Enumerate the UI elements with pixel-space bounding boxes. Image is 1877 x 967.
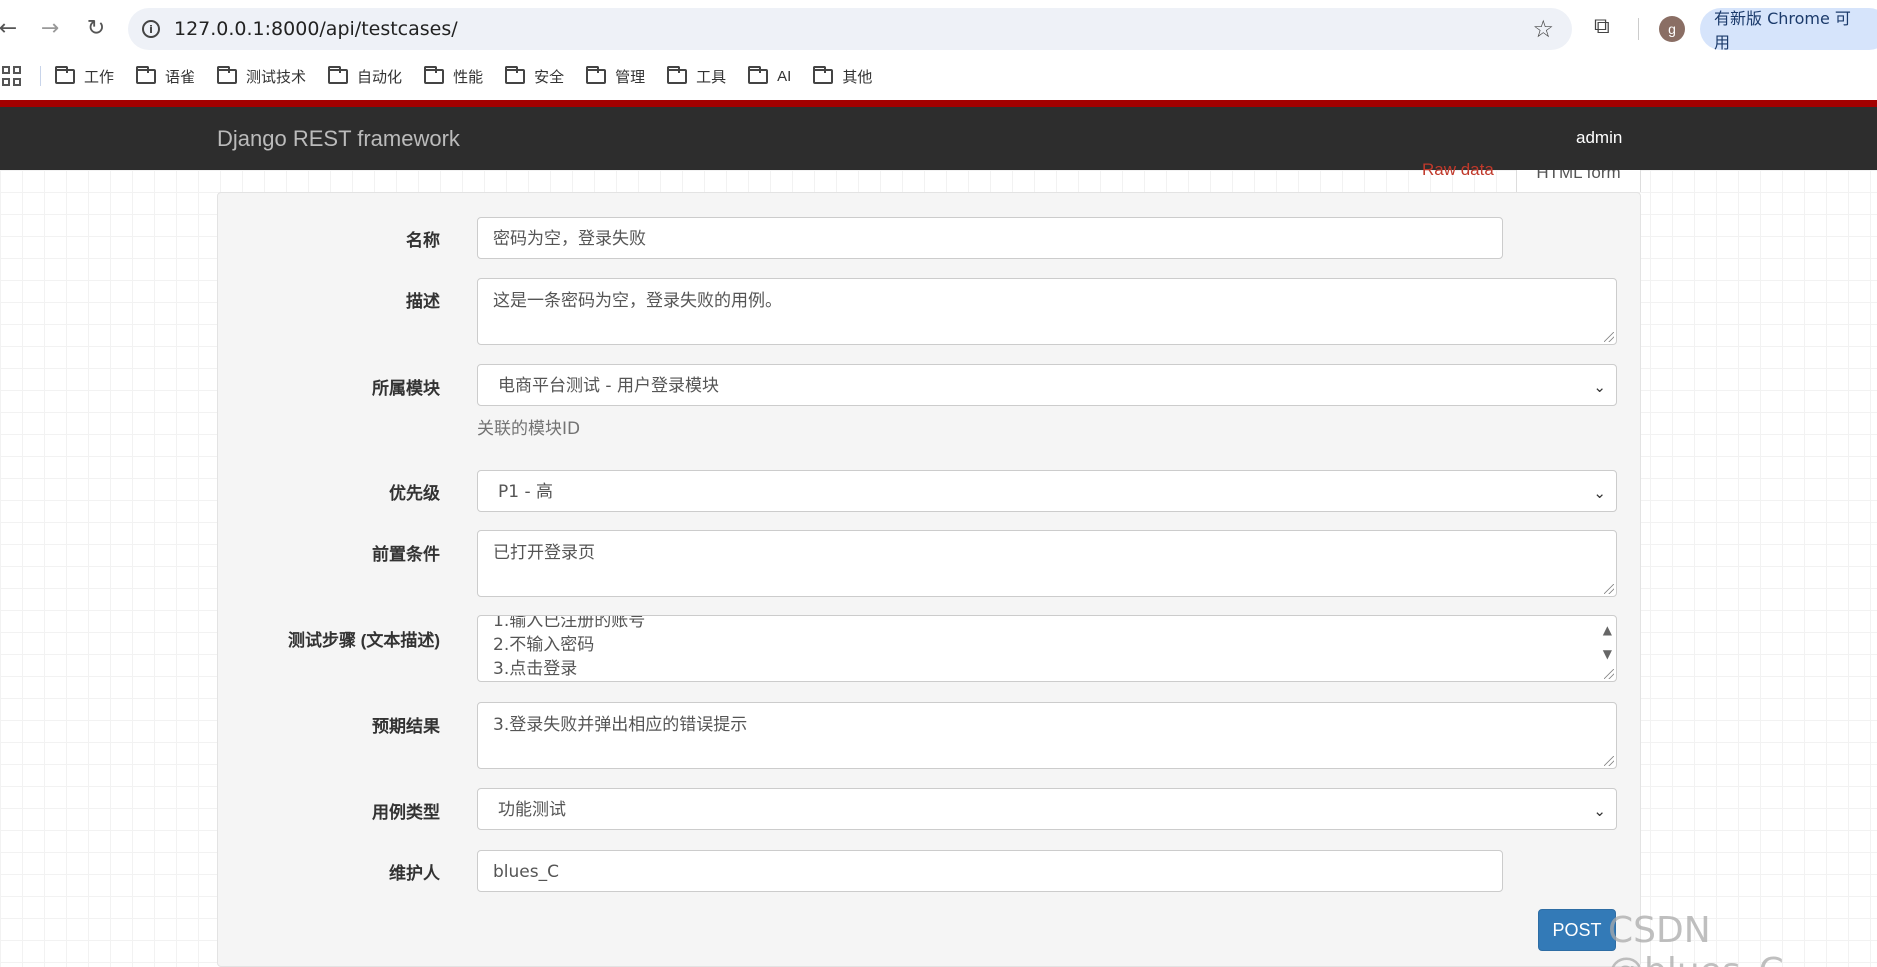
folder-icon [217,65,238,84]
bookmark-folder[interactable]: 工具 [667,65,727,87]
toolbar-divider [1638,18,1639,40]
case-type-label: 用例类型 [372,803,440,822]
reload-icon[interactable]: ↻ [82,14,110,42]
drf-navbar: Django REST framework admin [0,107,1877,170]
precondition-textarea[interactable]: 已打开登录页 [477,530,1617,597]
resize-handle-icon[interactable] [1604,669,1614,679]
folder-icon [55,65,75,84]
folder-icon [667,65,688,84]
bookmark-folder[interactable]: 其他 [813,65,873,87]
maintainer-input[interactable]: blues_C [477,850,1503,892]
scroll-down-arrow-icon[interactable]: ▼ [1603,642,1612,666]
form-tabs: Raw data HTML form [217,160,1641,192]
precondition-label: 前置条件 [372,545,440,564]
forward-arrow-icon[interactable]: → [36,14,64,42]
priority-selected-value: P1 - 高 [498,482,554,502]
chevron-down-icon: ⌄ [1593,378,1606,396]
bookmark-folder[interactable]: 自动化 [328,65,403,87]
precondition-value: 已打开登录页 [493,543,595,563]
bookmark-folder[interactable]: 测试技术 [217,65,307,87]
case-type-selected-value: 功能测试 [498,800,566,820]
user-menu[interactable]: admin [1576,128,1622,148]
browser-toolbar: ← → ↻ i 127.0.0.1:8000/api/testcases/ ☆ … [0,0,1877,56]
watermark: CSDN @blues_C [1608,910,1784,967]
tab-html-form[interactable]: HTML form [1516,170,1641,192]
bookmark-folder[interactable]: 性能 [424,65,484,87]
bookmark-folder[interactable]: 管理 [586,65,646,87]
bookmark-label: 工具 [696,68,727,86]
tab-raw-data[interactable]: Raw data [1422,160,1494,178]
bookmarks-bar: 工作 语雀 测试技术 自动化 性能 安全 管理 工具 AI 其他 [0,58,1877,94]
chevron-down-icon: ⌄ [1593,484,1606,502]
bookmark-label: 自动化 [357,68,403,86]
steps-line: 1.输入已注册的账号 [493,615,646,631]
module-selected-value: 电商平台测试 - 用户登录模块 [498,376,719,396]
expected-label: 预期结果 [372,717,440,736]
steps-label: 测试步骤 (文本描述) [287,631,440,650]
bookmark-label: 安全 [534,68,565,86]
post-button[interactable]: POST [1538,909,1616,951]
bookmark-label: AI [777,67,792,85]
module-select[interactable]: 电商平台测试 - 用户登录模块 ⌄ [477,364,1617,406]
folder-icon [748,65,769,84]
bookmark-folder[interactable]: 安全 [505,65,565,87]
bookmark-label: 管理 [615,68,646,86]
folder-icon [813,65,834,84]
description-textarea[interactable]: 这是一条密码为空，登录失败的用例。 [477,278,1617,345]
bookmark-label: 其他 [842,68,873,86]
profile-avatar[interactable]: g [1659,16,1685,42]
bookmark-label: 性能 [453,68,484,86]
expected-textarea[interactable]: 3.登录失败并弹出相应的错误提示 [477,702,1617,769]
bookmark-label: 语雀 [165,68,196,86]
priority-label: 优先级 [389,484,440,503]
scroll-up-arrow-icon[interactable]: ▲ [1603,618,1612,642]
chrome-update-label: 有新版 Chrome 可用 [1714,9,1851,52]
resize-handle-icon[interactable] [1604,332,1614,342]
bookmark-folder[interactable]: AI [748,65,792,85]
chevron-down-icon: ⌄ [1593,802,1606,820]
module-label: 所属模块 [372,379,440,398]
back-arrow-icon[interactable]: ← [0,14,22,42]
chrome-update-button[interactable]: 有新版 Chrome 可用 ⋮ [1700,8,1877,52]
name-label: 名称 [406,231,440,250]
apps-grid-icon[interactable] [2,66,22,86]
brand-link[interactable]: Django REST framework [217,126,460,152]
bookmark-label: 工作 [84,68,115,86]
url-text[interactable]: 127.0.0.1:8000/api/testcases/ [174,18,458,40]
steps-textarea[interactable]: 1.输入已注册的账号 2.不输入密码 3.点击登录 ▲ ▼ [477,615,1617,682]
description-value: 这是一条密码为空，登录失败的用例。 [493,291,782,311]
steps-line: 3.点击登录 [493,659,578,679]
bookmark-star-icon[interactable]: ☆ [1532,15,1554,43]
folder-icon [424,65,445,84]
bookmark-label: 测试技术 [246,68,307,86]
folder-icon [136,65,157,84]
bookmark-folder[interactable]: 工作 [55,65,115,87]
priority-select[interactable]: P1 - 高 ⌄ [477,470,1617,512]
address-bar[interactable]: i 127.0.0.1:8000/api/testcases/ ☆ [128,8,1572,50]
folder-icon [586,65,607,84]
top-accent-bar [0,100,1877,107]
resize-handle-icon[interactable] [1604,756,1614,766]
site-info-icon[interactable]: i [142,20,160,38]
resize-handle-icon[interactable] [1604,584,1614,594]
extensions-icon[interactable]: ⧉ [1594,14,1620,40]
case-type-select[interactable]: 功能测试 ⌄ [477,788,1617,830]
steps-line: 2.不输入密码 [493,635,595,655]
bookmarks-divider [40,66,41,86]
description-label: 描述 [406,292,440,311]
bookmark-folder[interactable]: 语雀 [136,65,196,87]
name-input[interactable]: 密码为空，登录失败 [477,217,1503,259]
folder-icon [328,65,349,84]
folder-icon [505,65,526,84]
expected-value: 3.登录失败并弹出相应的错误提示 [493,715,748,735]
maintainer-label: 维护人 [389,864,440,883]
module-help-text: 关联的模块ID [477,419,581,439]
